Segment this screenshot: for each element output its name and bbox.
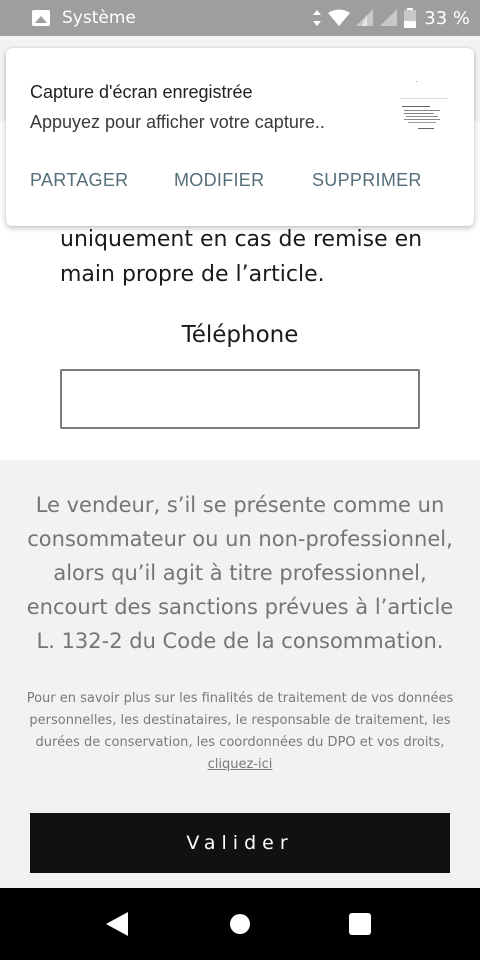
share-action-button[interactable]: PARTAGER bbox=[30, 170, 128, 191]
notification-actions: PARTAGER MODIFIER SUPPRIMER bbox=[6, 170, 474, 196]
intro-text-line-1: uniquement en cas de remise en bbox=[60, 227, 423, 252]
recent-apps-square-icon[interactable] bbox=[349, 913, 371, 935]
back-triangle-icon[interactable] bbox=[106, 912, 128, 936]
privacy-notice: Pour en savoir plus sur les finalités de… bbox=[22, 688, 458, 776]
delete-action-button[interactable]: SUPPRIMER bbox=[312, 170, 422, 191]
data-transfer-icon bbox=[313, 10, 322, 26]
phone-label: Téléphone bbox=[181, 322, 299, 348]
status-bar: Système 33 % bbox=[0, 0, 480, 36]
image-icon bbox=[32, 10, 50, 26]
privacy-link[interactable]: cliquez-ici bbox=[208, 757, 273, 772]
legal-notice: Le vendeur, s’il se présente comme un co… bbox=[26, 493, 454, 653]
signal-icon-secondary bbox=[380, 9, 398, 26]
wifi-icon bbox=[328, 9, 351, 26]
screenshot-notification[interactable]: Capture d'écran enregistrée Appuyez pour… bbox=[6, 48, 474, 226]
notification-title: Capture d'écran enregistrée bbox=[30, 82, 253, 102]
screenshot-thumbnail bbox=[396, 78, 452, 144]
signal-icon bbox=[356, 9, 374, 26]
edit-action-button[interactable]: MODIFIER bbox=[174, 170, 264, 191]
battery-icon bbox=[404, 8, 417, 28]
notification-body: Appuyez pour afficher votre capture.. bbox=[30, 112, 325, 132]
intro-text: uniquement en cas de remise en main prop… bbox=[60, 222, 440, 292]
status-app-name: Système bbox=[62, 8, 136, 28]
status-left: Système bbox=[32, 8, 136, 28]
home-circle-icon[interactable] bbox=[230, 914, 250, 934]
battery-percentage: 33 % bbox=[424, 7, 470, 29]
status-right: 33 % bbox=[312, 0, 470, 36]
phone-input[interactable] bbox=[60, 369, 420, 429]
submit-button[interactable]: Valider bbox=[30, 813, 450, 873]
intro-text-line-2: main propre de l’article. bbox=[60, 262, 325, 287]
privacy-notice-text: Pour en savoir plus sur les finalités de… bbox=[26, 691, 454, 750]
